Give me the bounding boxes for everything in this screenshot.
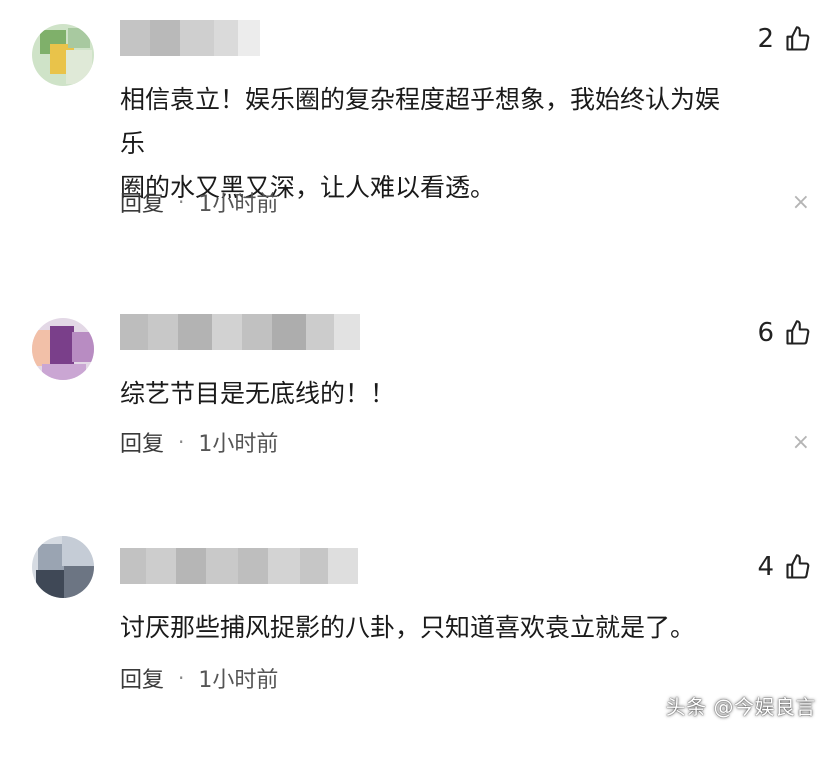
thumbs-up-icon[interactable]	[784, 553, 812, 581]
comment-actions: 回复 · 1小时前	[120, 662, 278, 694]
avatar[interactable]	[32, 318, 94, 380]
separator-dot: ·	[178, 666, 185, 690]
like-count: 4	[757, 552, 774, 582]
close-icon[interactable]: ×	[792, 432, 810, 454]
like-control[interactable]: 2	[757, 24, 812, 54]
comment-text: 讨厌那些捕风捉影的八卦，只知道喜欢袁立就是了。	[120, 613, 696, 642]
comment-3: 4 讨厌那些捕风捉影的八卦，只知道喜欢袁立就是了。 回复 · 1小时前	[0, 528, 834, 768]
separator-dot: ·	[178, 190, 185, 214]
comment-2: 6 综艺节目是无底线的！！ 回复 · 1小时前 ×	[0, 294, 834, 534]
like-control[interactable]: 4	[757, 552, 812, 582]
reply-button[interactable]: 回复	[120, 662, 164, 694]
avatar[interactable]	[32, 24, 94, 86]
separator-dot: ·	[178, 430, 185, 454]
comment-1: 2 相信袁立！娱乐圈的复杂程度超乎想象，我始终认为娱乐 圈的水又黑又深，让人难以…	[0, 0, 834, 240]
timestamp: 1小时前	[198, 192, 279, 217]
comment-actions: 回复 · 1小时前	[120, 426, 278, 458]
thumbs-up-icon[interactable]	[784, 25, 812, 53]
close-icon[interactable]: ×	[792, 192, 810, 214]
like-control[interactable]: 6	[757, 318, 812, 348]
like-count: 2	[757, 24, 774, 54]
avatar[interactable]	[32, 536, 94, 598]
reply-button[interactable]: 回复	[120, 426, 164, 458]
comment-text: 综艺节目是无底线的！！	[120, 379, 396, 408]
like-count: 6	[757, 318, 774, 348]
username-blurred[interactable]	[120, 314, 360, 350]
username-blurred[interactable]	[120, 548, 358, 584]
reply-button[interactable]: 回复	[120, 186, 164, 218]
thumbs-up-icon[interactable]	[784, 319, 812, 347]
timestamp: 1小时前	[198, 432, 279, 457]
watermark: 头条 @今娱良言	[665, 695, 816, 719]
timestamp: 1小时前	[198, 668, 279, 693]
comment-actions: 回复 · 1小时前	[120, 186, 278, 218]
username-blurred[interactable]	[120, 20, 260, 56]
